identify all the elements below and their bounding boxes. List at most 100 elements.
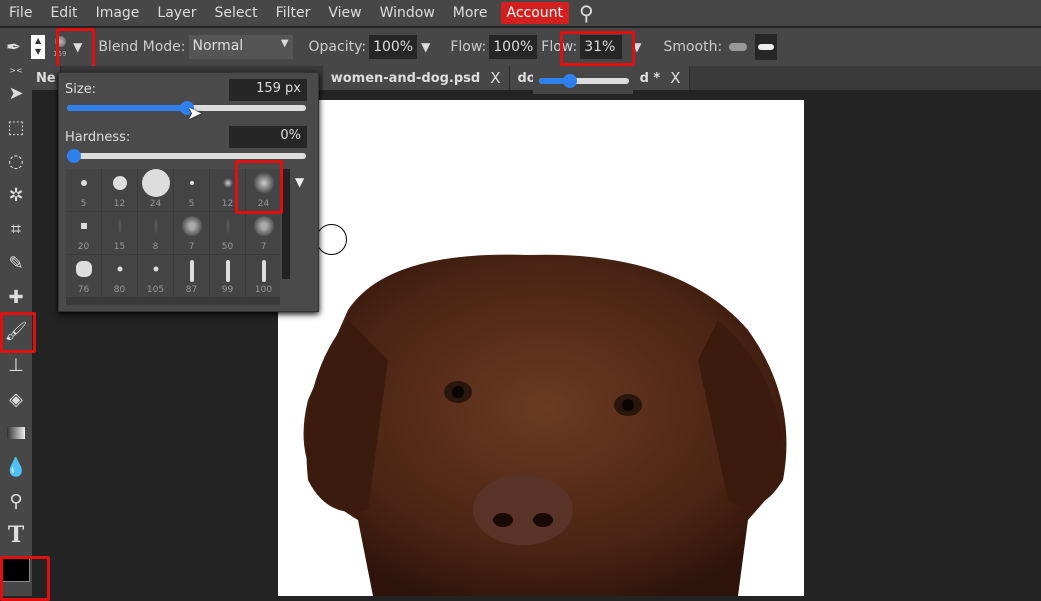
brush-preset[interactable]: 99 xyxy=(210,255,245,297)
brush-preset[interactable]: 7 xyxy=(174,212,209,254)
menu-layer[interactable]: Layer xyxy=(148,0,205,26)
close-tab-icon[interactable]: X xyxy=(670,69,680,87)
size-input[interactable]: 159 px xyxy=(229,79,307,101)
smooth-label: Smooth: xyxy=(663,39,723,55)
preset-scrollbar[interactable] xyxy=(282,169,290,279)
brush-preset[interactable]: 100 xyxy=(246,255,280,297)
hardness-slider[interactable] xyxy=(67,149,306,163)
hardness-input[interactable]: 0% xyxy=(229,126,307,148)
dodge-tool-icon[interactable]: ⚲ xyxy=(0,484,32,518)
menu-filter[interactable]: Filter xyxy=(267,0,320,26)
search-icon[interactable]: ⚲ xyxy=(579,1,594,25)
close-tab-icon[interactable]: X xyxy=(490,69,500,87)
brush-tip-icon xyxy=(225,260,230,282)
blend-mode-select[interactable]: Normal ▼ xyxy=(188,35,293,59)
type-tool-icon[interactable]: T xyxy=(0,518,32,552)
eraser-icon[interactable]: ◈ xyxy=(0,382,32,416)
preset-size-label: 12 xyxy=(221,199,234,209)
dog-photo xyxy=(303,254,787,596)
collapse-toggle[interactable]: >< xyxy=(0,66,32,76)
brush-tip-icon xyxy=(222,178,233,188)
menu-file[interactable]: File xyxy=(0,0,41,26)
gradient-tool-icon[interactable] xyxy=(0,416,32,450)
lasso-tool-icon[interactable]: ◌ xyxy=(0,144,32,178)
flow-input[interactable]: 100% xyxy=(489,35,538,59)
menu-view[interactable]: View xyxy=(319,0,370,26)
brush-tip-icon xyxy=(75,261,92,277)
brush-tip-icon xyxy=(153,266,158,272)
flow-slider-knob[interactable] xyxy=(563,74,577,88)
preset-menu-arrow[interactable]: ▼ xyxy=(295,175,304,189)
brush-preset[interactable]: 20 xyxy=(66,212,101,254)
preset-size-label: 8 xyxy=(152,242,159,252)
brush-preset[interactable]: 12 xyxy=(102,169,137,211)
preset-size-label: 20 xyxy=(77,242,90,252)
brush-preset[interactable]: 80 xyxy=(102,255,137,297)
opacity-label: Opacity: xyxy=(308,39,367,55)
brush-cursor xyxy=(316,224,347,255)
opacity-dropdown-arrow[interactable]: ▼ xyxy=(421,40,430,54)
hardness-slider-knob[interactable] xyxy=(67,149,81,163)
brush-preset[interactable]: 7 xyxy=(246,212,280,254)
brush-tip-icon xyxy=(189,260,194,282)
brush-tip-icon xyxy=(226,219,229,233)
brush-tip-icon xyxy=(189,181,194,185)
healing-brush-icon[interactable]: ✚ xyxy=(0,280,32,314)
blend-mode-value: Normal xyxy=(192,38,244,54)
smooth-on-icon[interactable] xyxy=(755,34,778,60)
mouse-cursor-icon: ➤ xyxy=(187,103,203,124)
preset-size-label: 5 xyxy=(188,199,195,209)
preset-size-label: 76 xyxy=(77,285,90,295)
brush-picker-highlight xyxy=(56,28,95,70)
brush-preset[interactable]: 5 xyxy=(66,169,101,211)
menu-account[interactable]: Account xyxy=(500,2,570,24)
brush-tip-icon xyxy=(80,223,87,229)
preset-size-label: 80 xyxy=(113,285,126,295)
hardness-label: Hardness: xyxy=(65,130,131,145)
preset-size-label: 105 xyxy=(146,285,165,295)
eyedropper-icon[interactable]: ✎ xyxy=(0,246,32,280)
marquee-tool-icon[interactable]: ⬚ xyxy=(0,110,32,144)
preset-size-label: 24 xyxy=(149,199,162,209)
brush-preset[interactable]: 5 xyxy=(174,169,209,211)
brush-preset[interactable]: 87 xyxy=(174,255,209,297)
brush-tool-highlight xyxy=(0,312,36,353)
brush-tip-icon xyxy=(80,180,87,186)
opacity-input[interactable]: 100% xyxy=(369,35,418,59)
smooth-off-icon[interactable] xyxy=(729,43,748,51)
menu-bar: File Edit Image Layer Select Filter View… xyxy=(0,0,1041,26)
flow-slider-popup xyxy=(533,68,633,94)
magic-wand-icon[interactable]: ✲ xyxy=(0,178,32,212)
blur-tool-icon[interactable]: 💧 xyxy=(0,450,32,484)
tab-label: women-and-dog.psd xyxy=(330,70,481,86)
brush-tip-icon xyxy=(141,169,170,197)
tool-preset-stepper[interactable]: ▲ ▼ xyxy=(31,35,46,59)
brush-preset[interactable]: 76 xyxy=(66,255,101,297)
flow-label: Flow: xyxy=(450,39,487,55)
brush-preset[interactable]: 24 xyxy=(138,169,173,211)
brush-preset[interactable]: 50 xyxy=(210,212,245,254)
brush-tool-icon[interactable]: ✒ xyxy=(6,37,21,58)
menu-image[interactable]: Image xyxy=(87,0,149,26)
options-bar: ✒ ▲ ▼ 159 ▼ Blend Mode: Normal ▼ Opacity: … xyxy=(0,28,1041,66)
flow-slider[interactable] xyxy=(539,74,629,88)
menu-select[interactable]: Select xyxy=(205,0,266,26)
menu-window[interactable]: Window xyxy=(371,0,444,26)
menu-more[interactable]: More xyxy=(444,0,497,26)
tab-women-and-dog[interactable]: women-and-dog.psd X xyxy=(322,66,510,90)
brush-tip-icon xyxy=(112,176,127,190)
clone-stamp-icon[interactable]: ⊥ xyxy=(0,348,32,382)
document-canvas[interactable] xyxy=(278,100,804,596)
size-label: Size: xyxy=(65,82,97,97)
preset-size-label: 12 xyxy=(113,199,126,209)
tab-label: Ne xyxy=(36,70,56,86)
brush-tip-icon xyxy=(154,219,157,233)
move-tool-icon[interactable]: ➤ xyxy=(0,76,32,110)
brush-preset[interactable]: 15 xyxy=(102,212,137,254)
menu-edit[interactable]: Edit xyxy=(41,0,86,26)
brush-preset[interactable]: 105 xyxy=(138,255,173,297)
crop-tool-icon[interactable]: ⌗ xyxy=(0,212,32,246)
preset-size-label: 15 xyxy=(113,242,126,252)
tab-new[interactable]: Ne xyxy=(32,66,61,90)
brush-preset[interactable]: 8 xyxy=(138,212,173,254)
